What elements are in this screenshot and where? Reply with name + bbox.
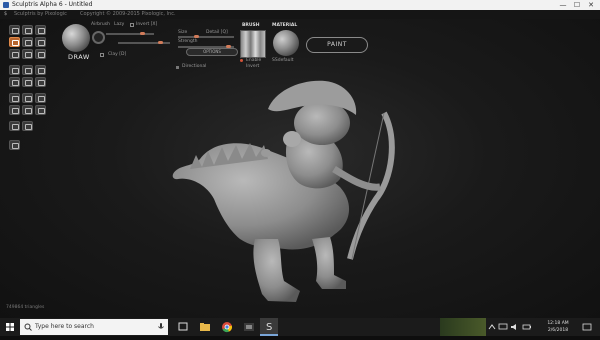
svg-text:S: S [266, 322, 272, 333]
sculptris-taskbar-button[interactable]: S [260, 318, 278, 336]
size-label: Size [178, 30, 188, 35]
enable-label[interactable]: Enable [246, 58, 261, 63]
tool-smooth-button[interactable] [22, 49, 33, 59]
invert-checkbox[interactable] [130, 23, 134, 27]
maximize-button[interactable]: ☐ [570, 0, 584, 10]
lazy-slider-knob[interactable] [158, 41, 163, 44]
tool-grab-button[interactable] [35, 49, 46, 59]
brush-ring-icon[interactable] [92, 31, 105, 44]
sculpt-viewport[interactable]: DRAW Airbrush Lazy Invert [X] Size Detai… [0, 19, 600, 318]
airbrush-label[interactable]: Airbrush [91, 22, 110, 27]
tool-scale-button[interactable] [35, 25, 46, 35]
menu-left-label: Sculptris by Pixologic [14, 11, 67, 17]
tool-inflate-button[interactable] [35, 37, 46, 47]
material-sphere[interactable] [273, 30, 299, 56]
tool-undo-button[interactable] [9, 105, 20, 115]
draw-brush-sphere[interactable] [62, 24, 90, 52]
tray-chevron-icon[interactable] [488, 323, 496, 331]
tool-import-button[interactable] [35, 93, 46, 103]
lazy-label[interactable]: Lazy [114, 22, 124, 27]
network-icon[interactable] [498, 323, 508, 331]
sculptris-app-icon: S [266, 322, 272, 333]
tool-rotate-button[interactable] [22, 25, 33, 35]
tool-symmetry-button[interactable] [22, 65, 33, 75]
enable-radio[interactable] [240, 59, 243, 62]
windows-logo-icon [6, 323, 14, 331]
copyright-label: Copyright © 2009-2015 Pixologic, Inc. [80, 11, 176, 17]
tool-subdivide-button[interactable] [22, 77, 33, 87]
window-title-bar: Sculptris Alpha 6 - Untitled — ☐ ✕ [0, 0, 600, 10]
invert-label[interactable]: Invert [X] [136, 22, 157, 27]
material-name-label: SSdefault [272, 58, 294, 63]
strength-label: Strength [178, 39, 198, 44]
triangle-count: 749864 triangles [6, 305, 45, 310]
airbrush-slider[interactable] [106, 33, 154, 35]
volume-icon[interactable] [510, 323, 520, 331]
tray-date[interactable]: 2/6/2018 [540, 326, 576, 335]
tool-help-button[interactable] [22, 121, 33, 131]
size-slider[interactable] [178, 36, 234, 38]
tool-export-button[interactable] [35, 105, 46, 115]
tool-redo-button[interactable] [22, 105, 33, 115]
directional-label[interactable]: Directional [182, 64, 206, 69]
start-button[interactable] [0, 318, 20, 336]
brush-mode-label: DRAW [68, 53, 90, 61]
tool-draw-button[interactable] [9, 37, 20, 47]
search-icon [24, 323, 32, 331]
sculpt-model[interactable] [0, 19, 600, 318]
tool-reduce-button[interactable] [9, 77, 20, 87]
tool-flatten-button[interactable] [22, 37, 33, 47]
search-placeholder: Type here to search [35, 323, 94, 330]
tool-pinch-button[interactable] [9, 49, 20, 59]
size-slider-knob[interactable] [194, 35, 199, 38]
brush-invert-label[interactable]: Invert [246, 64, 259, 69]
clay-checkbox[interactable] [100, 53, 104, 57]
app-icon [3, 2, 9, 8]
detail-label[interactable]: Detail [Q] [206, 30, 228, 35]
tool-save-button[interactable] [22, 93, 33, 103]
tool-mirror-button[interactable] [35, 77, 46, 87]
pixologic-logo-icon: $ [4, 11, 8, 17]
file-explorer-icon[interactable] [198, 321, 212, 333]
media-app-icon[interactable] [242, 321, 256, 333]
battery-icon[interactable] [522, 323, 532, 331]
clay-label[interactable]: Clay [D] [108, 52, 126, 57]
notifications-icon[interactable] [582, 323, 592, 331]
taskbar-thumbnail-strip [440, 318, 486, 336]
material-panel-label: MATERIAL [272, 23, 298, 28]
tool-mask-button[interactable] [9, 65, 20, 75]
tool-extra-button[interactable] [9, 140, 20, 150]
close-button[interactable]: ✕ [584, 0, 598, 10]
chrome-icon[interactable] [220, 321, 234, 333]
brush-alpha-thumbnail[interactable] [240, 30, 266, 58]
tool-wireframe-button[interactable] [35, 65, 46, 75]
tool-open-button[interactable] [9, 93, 20, 103]
airbrush-slider-knob[interactable] [140, 32, 145, 35]
task-view-icon[interactable] [176, 321, 190, 333]
directional-checkbox[interactable] [176, 66, 179, 69]
paint-button[interactable]: PAINT [306, 37, 368, 53]
tool-crease-button[interactable] [9, 25, 20, 35]
taskbar-search-box[interactable]: Type here to search [20, 319, 168, 335]
minimize-button[interactable]: — [556, 0, 570, 10]
options-button[interactable]: OPTIONS [186, 48, 238, 56]
microphone-icon[interactable] [158, 323, 164, 331]
tool-settings-button[interactable] [9, 121, 20, 131]
windows-taskbar: Type here to search S 12:18 AM 2/6/2018 [0, 318, 600, 336]
brush-panel-label: BRUSH [242, 23, 260, 28]
window-title: Sculptris Alpha 6 - Untitled [12, 1, 93, 8]
menu-strip: $ Sculptris by Pixologic Copyright © 200… [0, 10, 600, 19]
